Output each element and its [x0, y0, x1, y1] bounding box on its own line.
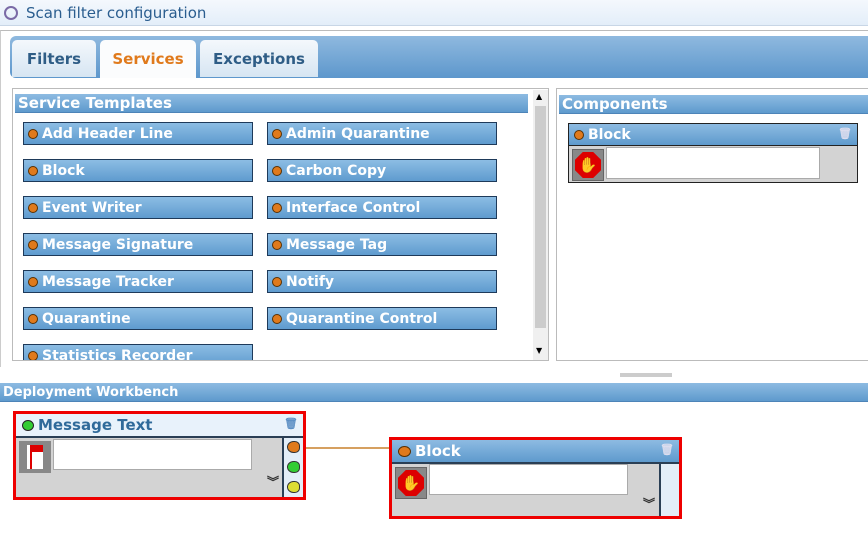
title-bar: Scan filter configuration [0, 0, 868, 26]
service-template-item[interactable]: Interface Control [267, 196, 497, 219]
scrollbar-thumb[interactable] [535, 106, 546, 328]
service-template-item[interactable]: Admin Quarantine [267, 122, 497, 145]
orange-port-icon [28, 276, 38, 287]
service-template-item[interactable]: Statistics Recorder [23, 344, 253, 361]
tab-services[interactable]: Services [100, 40, 196, 78]
orange-port-icon [272, 165, 282, 176]
orange-port-icon [272, 313, 282, 324]
orange-port-icon [398, 445, 411, 457]
expand-icon[interactable]: ︾ [643, 498, 655, 510]
port-column [659, 464, 679, 516]
service-template-item[interactable]: Quarantine [23, 307, 253, 330]
node-block[interactable]: Block 🗑 ✋ ︾ [389, 437, 682, 519]
service-template-label: Statistics Recorder [42, 347, 193, 361]
tab-filters[interactable]: Filters [12, 40, 96, 77]
tab-exceptions[interactable]: Exceptions [200, 40, 318, 77]
service-template-item[interactable]: Message Signature [23, 233, 253, 256]
component-text[interactable] [606, 147, 820, 179]
service-template-label: Interface Control [286, 199, 421, 216]
node-message-text[interactable]: Message Text 🗑 ︾ [13, 411, 306, 500]
service-template-item[interactable]: Message Tracker [23, 270, 253, 293]
service-template-label: Quarantine [42, 310, 131, 327]
orange-port-icon [272, 239, 282, 250]
orange-port-icon [28, 239, 38, 250]
stop-hand-icon: ✋ [572, 149, 604, 181]
orange-port-icon [272, 202, 282, 213]
service-template-label: Carbon Copy [286, 162, 387, 179]
node-label: Message Text [38, 416, 153, 434]
service-template-item[interactable]: Block [23, 159, 253, 182]
node-text[interactable] [53, 439, 252, 470]
service-template-label: Quarantine Control [286, 310, 438, 327]
service-template-item[interactable]: Quarantine Control [267, 307, 497, 330]
workbench-header: Deployment Workbench [0, 383, 868, 402]
scan-icon [4, 6, 18, 20]
service-template-item[interactable]: Event Writer [23, 196, 253, 219]
trash-icon[interactable]: 🗑 [660, 443, 674, 456]
service-template-label: Admin Quarantine [286, 125, 430, 142]
service-template-label: Event Writer [42, 199, 142, 216]
green-port-icon [22, 419, 34, 431]
green-port-icon[interactable] [287, 461, 300, 473]
service-template-label: Add Header Line [42, 125, 173, 142]
service-template-label: Block [42, 162, 85, 179]
expand-icon[interactable]: ︾ [267, 476, 279, 488]
connector-line [304, 447, 392, 449]
message-text-icon [19, 441, 51, 473]
trash-icon[interactable]: 🗑 [284, 417, 298, 430]
orange-port-icon [28, 165, 38, 176]
service-template-label: Message Tracker [42, 273, 174, 290]
component-label: Block [588, 126, 631, 143]
scroll-up-icon[interactable]: ▲ [536, 92, 542, 101]
orange-port-icon [28, 350, 38, 360]
window-title: Scan filter configuration [26, 4, 207, 22]
service-template-item[interactable]: Add Header Line [23, 122, 253, 145]
stop-hand-icon: ✋ [395, 467, 427, 499]
splitter-handle[interactable] [620, 373, 672, 377]
node-label: Block [415, 442, 461, 460]
orange-port-icon [28, 202, 38, 213]
orange-port-icon [28, 128, 38, 139]
components-header: Components [559, 95, 868, 114]
service-template-label: Notify [286, 273, 335, 290]
components-panel: Components Block 🗑 ✋ [556, 88, 868, 361]
service-template-label: Message Signature [42, 236, 194, 253]
orange-port-icon [272, 276, 282, 287]
yellow-port-icon[interactable] [287, 481, 300, 493]
service-templates-panel: Service Templates Add Header Line Admin Q… [12, 88, 549, 361]
trash-icon[interactable]: 🗑 [838, 127, 852, 140]
port-column [282, 438, 303, 497]
component-block[interactable]: Block 🗑 ✋ [568, 123, 858, 183]
orange-port-icon [28, 313, 38, 324]
service-templates-header: Service Templates [15, 94, 528, 113]
service-template-label: Message Tag [286, 236, 388, 253]
orange-port-icon [574, 129, 584, 140]
service-template-item[interactable]: Carbon Copy [267, 159, 497, 182]
scroll-down-icon[interactable]: ▼ [536, 346, 542, 355]
service-template-item[interactable]: Message Tag [267, 233, 497, 256]
service-template-item[interactable]: Notify [267, 270, 497, 293]
node-text[interactable] [429, 464, 628, 495]
orange-port-icon[interactable] [287, 441, 300, 453]
orange-port-icon [272, 128, 282, 139]
